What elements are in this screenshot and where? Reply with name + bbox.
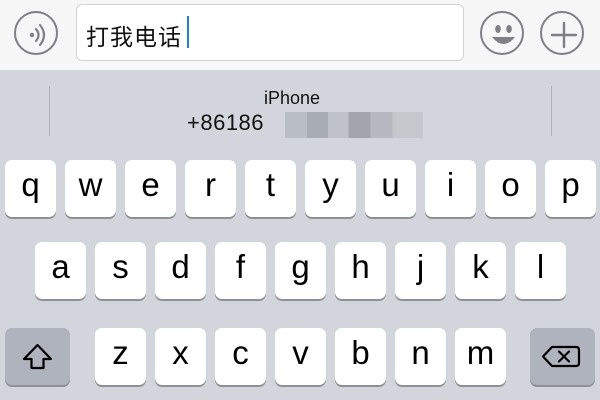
voice-input-button[interactable] <box>14 11 58 55</box>
key-k[interactable]: k <box>455 242 506 299</box>
key-e[interactable]: e <box>125 160 176 217</box>
keyboard: iPhone +86186 q w e r t y u i o p a s d … <box>0 70 600 400</box>
text-caret <box>187 16 189 48</box>
chat-input-screen: 打我电话 iPhone +86186 q w e r t y u i o p a… <box>0 0 600 400</box>
message-input[interactable]: 打我电话 <box>76 4 464 61</box>
key-b[interactable]: b <box>335 328 386 385</box>
key-m[interactable]: m <box>455 328 506 385</box>
key-a[interactable]: a <box>35 242 86 299</box>
key-w[interactable]: w <box>65 160 116 217</box>
suggestion-title: iPhone <box>264 88 321 108</box>
emoji-button[interactable] <box>480 11 524 55</box>
suggestion-bar: iPhone +86186 <box>0 70 600 142</box>
key-j[interactable]: j <box>395 242 446 299</box>
key-g[interactable]: g <box>275 242 326 299</box>
plus-button[interactable] <box>540 11 584 55</box>
plus-icon <box>550 21 578 49</box>
suggestion-phone: +86186 <box>187 110 265 135</box>
key-r[interactable]: r <box>185 160 236 217</box>
key-n[interactable]: n <box>395 328 446 385</box>
backspace-key[interactable] <box>530 328 595 385</box>
key-l[interactable]: l <box>515 242 566 299</box>
message-text: 打我电话 <box>86 25 182 51</box>
key-t[interactable]: t <box>245 160 296 217</box>
key-s[interactable]: s <box>95 242 146 299</box>
key-h[interactable]: h <box>335 242 386 299</box>
suggestion-divider <box>49 86 50 136</box>
shift-key[interactable] <box>5 328 70 385</box>
key-i[interactable]: i <box>425 160 476 217</box>
emoji-icon <box>492 25 515 44</box>
key-u[interactable]: u <box>365 160 416 217</box>
key-p[interactable]: p <box>545 160 596 217</box>
input-bar: 打我电话 <box>0 0 600 71</box>
shift-icon <box>22 343 53 370</box>
key-c[interactable]: c <box>215 328 266 385</box>
key-z[interactable]: z <box>95 328 146 385</box>
suggestion-divider <box>551 86 552 136</box>
backspace-icon <box>541 345 581 368</box>
key-v[interactable]: v <box>275 328 326 385</box>
redacted-phone-digits <box>285 112 423 138</box>
key-o[interactable]: o <box>485 160 536 217</box>
key-x[interactable]: x <box>155 328 206 385</box>
voice-input-icon <box>29 23 46 47</box>
key-f[interactable]: f <box>215 242 266 299</box>
key-q[interactable]: q <box>5 160 56 217</box>
key-d[interactable]: d <box>155 242 206 299</box>
key-y[interactable]: y <box>305 160 356 217</box>
